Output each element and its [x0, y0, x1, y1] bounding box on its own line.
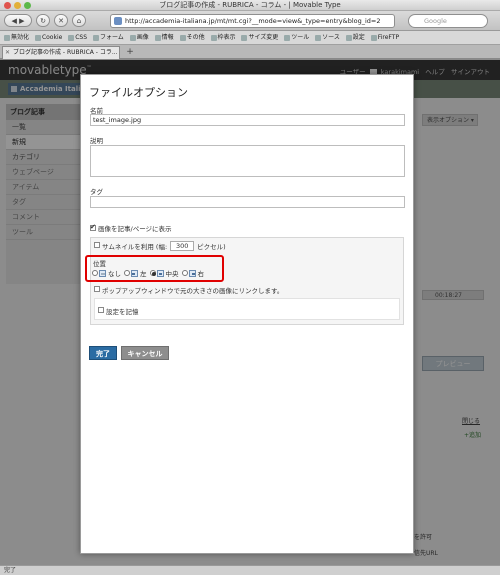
thumbnail-checkbox[interactable] — [94, 242, 100, 248]
tags-label: タグ — [90, 188, 103, 196]
align-right-icon — [188, 269, 196, 277]
thumbnail-option[interactable]: サムネイルを利用 (幅: 300 ピクセル) — [94, 241, 226, 251]
bookmark-icon — [315, 34, 322, 41]
position-label: 位置 — [93, 260, 106, 268]
file-options-dialog: ファイルオプション 名前 test_image.jpg 説明 タグ 画像を記事/… — [80, 74, 414, 554]
cancel-button[interactable]: キャンセル — [121, 346, 169, 360]
bookmark-item[interactable]: 枠表示 — [210, 34, 236, 41]
bookmark-item[interactable]: サイズ変更 — [241, 34, 278, 41]
search-placeholder: Google — [424, 17, 447, 25]
bookmark-item[interactable]: 無効化 — [4, 34, 29, 41]
popup-checkbox[interactable] — [94, 286, 100, 292]
position-center-label: 中央 — [165, 270, 179, 278]
forward-icon[interactable]: ▶ — [19, 17, 24, 25]
address-text: http://accademia-italiana.jp/mt/mt.cgi?_… — [125, 17, 381, 25]
bookmark-icon — [345, 34, 352, 41]
bookmark-icon — [370, 34, 377, 41]
bookmarks-bar: 無効化 Cookie CSS フォーム 画像 情報 その他 枠表示 サイズ変更 … — [0, 31, 500, 45]
status-text: 完了 — [4, 567, 17, 574]
remember-settings-box — [94, 298, 400, 320]
position-none-label: なし — [108, 270, 121, 278]
popup-option[interactable]: ポップアップウィンドウで元の大きさの画像にリンクします。 — [94, 285, 283, 295]
stop-button[interactable]: ✕ — [54, 14, 68, 27]
bookmark-item[interactable]: FireFTP — [370, 34, 399, 41]
bookmark-item[interactable]: Cookie — [34, 34, 62, 41]
reload-button[interactable]: ↻ — [36, 14, 50, 27]
bookmark-item[interactable]: フォーム — [92, 34, 124, 41]
stop-icon: ✕ — [58, 16, 64, 25]
thumbnail-width-input[interactable]: 300 — [170, 241, 195, 251]
position-center-radio[interactable] — [149, 270, 156, 276]
back-icon[interactable]: ◀ — [11, 17, 16, 25]
description-textarea[interactable] — [90, 145, 405, 177]
bookmark-icon — [210, 34, 217, 41]
position-left-label: 左 — [140, 270, 147, 278]
bookmark-item[interactable]: ツール — [284, 34, 309, 41]
browser-tab[interactable]: ✕ ブログ記事の作成 - RUBRICA - コラ... — [2, 46, 120, 59]
bookmark-item[interactable]: 画像 — [129, 34, 149, 41]
position-right-label: 右 — [197, 270, 205, 278]
position-radio-group: なし 左 中央 右 — [92, 268, 204, 278]
bookmark-icon — [154, 34, 161, 41]
window-controls — [4, 2, 31, 9]
search-field[interactable]: Google — [408, 14, 488, 28]
bookmark-item[interactable]: ソース — [315, 34, 340, 41]
tab-strip: ✕ ブログ記事の作成 - RUBRICA - コラ... + — [0, 45, 500, 59]
back-forward-buttons[interactable]: ◀ ▶ — [4, 14, 32, 27]
browser-toolbar: ◀ ▶ ↻ ✕ ⌂ http://accademia-italiana.jp/m… — [0, 11, 500, 31]
dialog-title: ファイルオプション — [89, 86, 188, 99]
name-input[interactable]: test_image.jpg — [90, 114, 405, 126]
bookmark-item[interactable]: CSS — [68, 34, 87, 41]
bookmark-item[interactable]: 設定 — [345, 34, 365, 41]
position-none-radio[interactable] — [92, 270, 98, 276]
bookmark-icon — [4, 34, 10, 41]
show-image-option[interactable]: 画像を記事/ページに表示 — [90, 223, 172, 233]
bookmark-item[interactable]: その他 — [179, 34, 205, 41]
minimize-window-button[interactable] — [14, 2, 21, 9]
window-titlebar: ブログ記事の作成 - RUBRICA - コラム - | Movable Typ… — [0, 0, 500, 11]
favicon-icon — [114, 17, 122, 25]
bookmark-icon — [284, 34, 291, 41]
remember-option[interactable]: 設定を記憶 — [98, 306, 139, 316]
home-icon: ⌂ — [76, 16, 82, 25]
new-tab-icon[interactable]: + — [124, 47, 136, 58]
remember-checkbox[interactable] — [98, 307, 104, 313]
status-bar: 完了 — [0, 565, 500, 575]
close-window-button[interactable] — [4, 2, 11, 9]
window-title: ブログ記事の作成 - RUBRICA - コラム - | Movable Typ… — [159, 1, 341, 9]
bookmark-item[interactable]: 情報 — [154, 34, 174, 41]
zoom-window-button[interactable] — [24, 2, 31, 9]
description-label: 説明 — [90, 137, 103, 145]
bookmark-icon — [34, 34, 41, 41]
align-left-icon — [131, 269, 138, 277]
tab-title: ブログ記事の作成 - RUBRICA - コラ... — [13, 49, 118, 56]
bookmark-icon — [179, 34, 186, 41]
reload-icon: ↻ — [40, 16, 46, 25]
bookmark-icon — [241, 34, 248, 41]
tags-input[interactable] — [90, 196, 405, 208]
ok-button[interactable]: 完了 — [89, 346, 117, 360]
bookmark-icon — [92, 34, 99, 41]
bookmark-icon — [68, 34, 75, 41]
show-image-checkbox[interactable] — [90, 223, 96, 231]
position-right-radio[interactable] — [181, 270, 188, 276]
home-button[interactable]: ⌂ — [72, 14, 86, 27]
align-center-icon — [156, 269, 164, 277]
align-none-icon — [99, 269, 106, 277]
address-bar[interactable]: http://accademia-italiana.jp/mt/mt.cgi?_… — [110, 14, 395, 28]
position-left-radio[interactable] — [124, 270, 130, 276]
bookmark-icon — [129, 34, 136, 41]
close-tab-icon[interactable]: ✕ — [5, 50, 10, 56]
